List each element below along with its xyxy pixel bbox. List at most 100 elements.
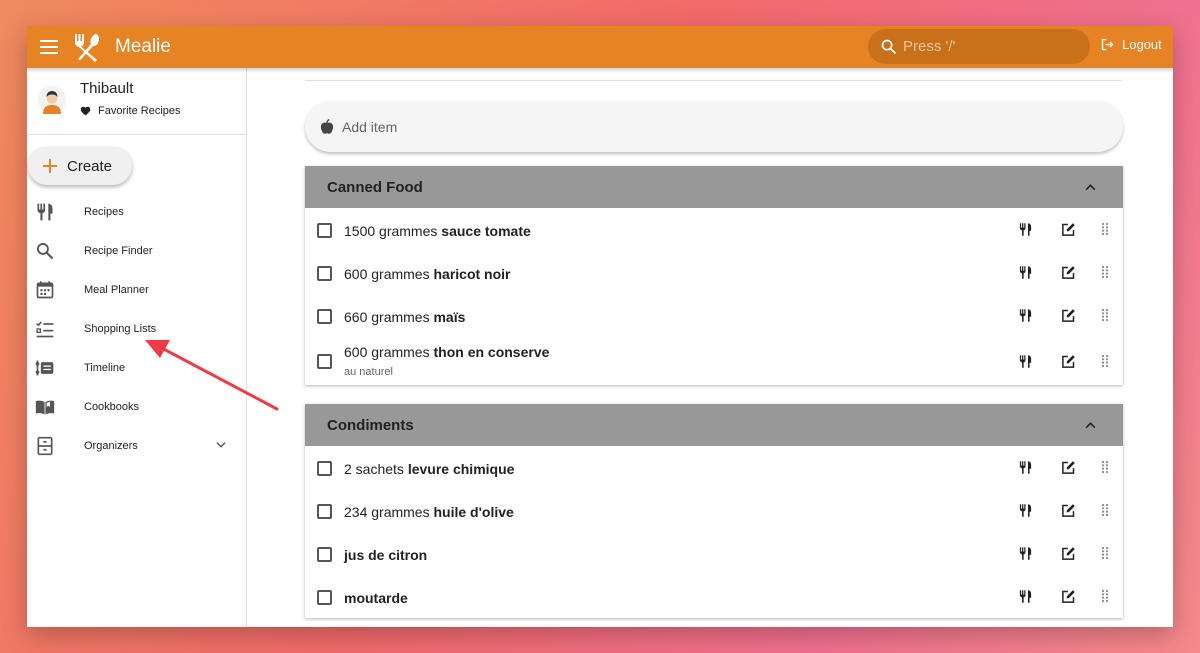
app-logo[interactable]: Mealie [71, 32, 171, 62]
logout-icon [1101, 38, 1114, 51]
sidebar-item-organizers[interactable]: Organizers [27, 426, 246, 465]
recipe-utensils-icon[interactable] [1018, 354, 1033, 369]
book-icon [35, 400, 55, 415]
recipe-utensils-icon[interactable] [1018, 589, 1033, 604]
item-quantity: 1500 grammes [344, 223, 438, 239]
item-text: jus de citron [344, 547, 427, 563]
favorite-recipes-link[interactable]: Favorite Recipes [80, 105, 181, 117]
item-quantity: 660 grammes [344, 309, 430, 325]
divider [305, 80, 1122, 81]
recipe-utensils-icon[interactable] [1018, 222, 1033, 237]
item-note: au naturel [344, 366, 393, 378]
item-name: sauce tomate [441, 223, 531, 239]
item-checkbox[interactable] [317, 547, 332, 562]
create-button[interactable]: Create [28, 147, 132, 185]
shopping-section: Condiments 2 sachets levure chimique 234… [305, 404, 1123, 618]
drag-handle-icon[interactable] [1100, 503, 1110, 517]
menu-button[interactable] [31, 26, 67, 68]
edit-icon[interactable] [1061, 546, 1076, 561]
add-item-field[interactable] [305, 101, 1123, 152]
sidebar-item-label: Meal Planner [84, 283, 149, 296]
item-checkbox[interactable] [317, 590, 332, 605]
item-text: 234 grammes huile d'olive [344, 504, 514, 520]
sidebar-item-label: Recipe Finder [84, 244, 153, 257]
sidebar-item-cookbooks[interactable]: Cookbooks [27, 387, 246, 426]
item-checkbox[interactable] [317, 266, 332, 281]
item-text: 1500 grammes sauce tomate [344, 223, 531, 239]
sidebar-item-recipe-finder[interactable]: Recipe Finder [27, 231, 246, 270]
edit-icon[interactable] [1061, 589, 1076, 604]
drag-handle-icon[interactable] [1100, 354, 1110, 368]
sidebar: Thibault Favorite Recipes Create Recipes… [27, 68, 247, 627]
list-item: 1500 grammes sauce tomate [305, 208, 1123, 251]
recipe-utensils-icon[interactable] [1018, 546, 1033, 561]
item-text: moutarde [344, 590, 408, 606]
app-title: Mealie [115, 36, 171, 57]
item-text: 660 grammes maïs [344, 309, 465, 325]
chevron-up-icon[interactable] [1084, 419, 1097, 432]
list-item: 234 grammes huile d'olive [305, 489, 1123, 532]
item-text: 2 sachets levure chimique [344, 461, 514, 477]
sidebar-item-label: Shopping Lists [84, 322, 157, 335]
list-item: 2 sachets levure chimique [305, 446, 1123, 489]
item-name: maïs [433, 309, 466, 325]
list-item: 600 grammes thon en conserve au naturel [305, 337, 1123, 385]
fork-knife-icon [37, 203, 53, 221]
sidebar-item-label: Timeline [84, 361, 126, 374]
list-item: moutarde [305, 575, 1123, 618]
sidebar-item-meal-planner[interactable]: Meal Planner [27, 270, 246, 309]
main-content: Canned Food 1500 grammes sauce tomate 60… [248, 68, 1173, 627]
recipe-utensils-icon[interactable] [1018, 503, 1033, 518]
chevron-down-icon[interactable] [214, 438, 228, 452]
item-quantity: 600 grammes [344, 344, 430, 360]
search-box[interactable] [868, 29, 1090, 64]
edit-icon[interactable] [1061, 265, 1076, 280]
recipe-utensils-icon[interactable] [1018, 460, 1033, 475]
sidebar-item-label: Cookbooks [84, 400, 140, 413]
drag-handle-icon[interactable] [1100, 308, 1110, 322]
drag-handle-icon[interactable] [1100, 546, 1110, 560]
chevron-up-icon[interactable] [1084, 181, 1097, 194]
item-checkbox[interactable] [317, 354, 332, 369]
edit-icon[interactable] [1061, 460, 1076, 475]
item-quantity: 234 grammes [344, 504, 430, 520]
app-window: Mealie Logout Thibault Favorite Recipes [27, 26, 1173, 627]
create-label: Create [67, 157, 113, 175]
item-checkbox[interactable] [317, 461, 332, 476]
shopping-section: Canned Food 1500 grammes sauce tomate 60… [305, 166, 1123, 385]
add-item-input[interactable] [342, 118, 1042, 135]
item-text: 600 grammes haricot noir [344, 266, 511, 282]
search-input[interactable] [903, 38, 1063, 55]
section-header[interactable]: Canned Food [305, 166, 1123, 208]
recipe-utensils-icon[interactable] [1018, 308, 1033, 323]
avatar[interactable] [38, 86, 66, 114]
recipe-utensils-icon[interactable] [1018, 265, 1033, 280]
search-icon [881, 39, 896, 54]
item-name: levure chimique [407, 461, 515, 477]
item-checkbox[interactable] [317, 504, 332, 519]
section-title: Condiments [327, 416, 414, 434]
edit-icon[interactable] [1061, 222, 1076, 237]
calendar-icon [36, 281, 54, 299]
drag-handle-icon[interactable] [1100, 460, 1110, 474]
list-item: 600 grammes haricot noir [305, 251, 1123, 294]
sidebar-item-shopping-lists[interactable]: Shopping Lists [27, 309, 246, 348]
edit-icon[interactable] [1061, 354, 1076, 369]
sidebar-item-timeline[interactable]: Timeline [27, 348, 246, 387]
drag-handle-icon[interactable] [1100, 222, 1110, 236]
section-header[interactable]: Condiments [305, 404, 1123, 446]
edit-icon[interactable] [1061, 503, 1076, 518]
item-quantity: 2 sachets [344, 461, 404, 477]
sidebar-item-label: Recipes [84, 205, 124, 218]
edit-icon[interactable] [1061, 308, 1076, 323]
item-checkbox[interactable] [317, 309, 332, 324]
item-name: moutarde [344, 590, 408, 606]
top-app-bar: Mealie Logout [27, 26, 1173, 68]
drag-handle-icon[interactable] [1100, 589, 1110, 603]
drag-handle-icon[interactable] [1100, 265, 1110, 279]
cabinet-icon [37, 436, 53, 456]
sidebar-item-recipes[interactable]: Recipes [27, 192, 246, 231]
logout-button[interactable]: Logout [1100, 37, 1162, 52]
favorite-recipes-label: Favorite Recipes [98, 105, 181, 117]
item-checkbox[interactable] [317, 223, 332, 238]
